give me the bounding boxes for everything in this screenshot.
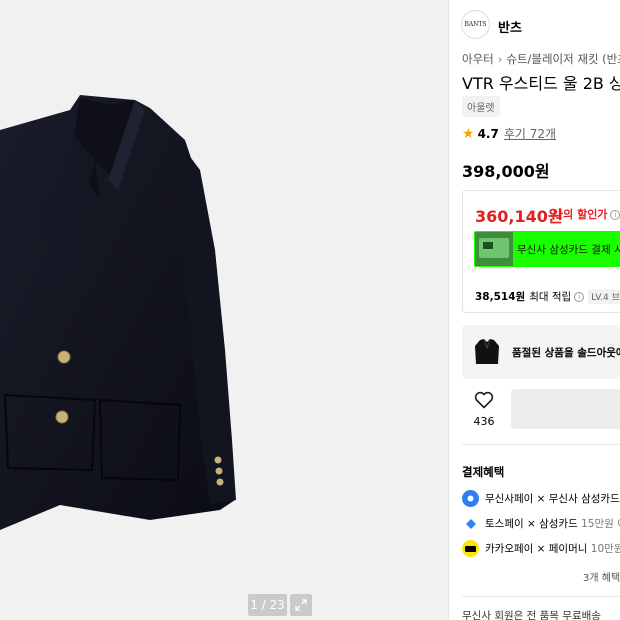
image-counter: 1 / 23 (248, 594, 287, 616)
payment-benefit-text: 무신사페이 × 무신사 삼성카드 (485, 493, 620, 505)
breadcrumb-category[interactable]: 아우터 (462, 52, 494, 66)
heart-icon (474, 391, 494, 409)
breadcrumb-subcategory[interactable]: 슈트/블레이저 재킷 (반츠) (506, 52, 620, 66)
card-promo-text: 무신사 삼성카드 결제 시 (517, 244, 620, 256)
payment-benefit-extra: 15만원 이 (581, 518, 620, 530)
toss-pay-icon (462, 515, 479, 532)
points-info: 38,514원 최대 적립 i LV.4 브론 (475, 289, 620, 304)
like-button[interactable]: 436 (462, 391, 506, 431)
like-count: 436 (473, 415, 495, 428)
sale-label-text: 나의 할인가 (553, 208, 608, 221)
soldout-text: 품절된 상품을 솔드아웃에 (512, 347, 620, 359)
payment-benefits-title: 결제혜택 (462, 465, 505, 479)
points-amount: 38,514원 (475, 291, 526, 303)
jacket-thumbnail-icon (475, 338, 499, 364)
info-icon[interactable]: i (574, 291, 585, 302)
points-label: 최대 적립 (529, 291, 572, 303)
payment-benefit-text: 카카오페이 × 페이머니 (485, 543, 588, 555)
chevron-right-icon: › (497, 52, 503, 66)
more-benefits-link[interactable]: 3개 혜택 (583, 569, 620, 584)
payment-benefit-extra: 10만원 이 (590, 543, 620, 555)
brand-name[interactable]: 반츠 (498, 17, 522, 36)
discount-box: 360,140원 나의 할인가 i 무신사 삼성카드 결제 시 38,514원 최… (462, 190, 620, 313)
sale-label: 나의 할인가 i (553, 206, 620, 222)
product-title: VTR 우스티드 울 2B 싱글 (462, 74, 620, 93)
original-price: 398,000원 (462, 162, 550, 181)
payment-benefit-row[interactable]: 카카오페이 × 페이머니 10만원 이 (462, 540, 620, 557)
section-divider (462, 444, 620, 445)
product-image (0, 95, 236, 530)
kakao-pay-icon (462, 540, 479, 557)
payment-benefit-row[interactable]: 무신사페이 × 무신사 삼성카드 (462, 490, 620, 507)
level-tag: LV.4 브론 (588, 289, 620, 304)
review-link[interactable]: 후기 72개 (504, 125, 556, 142)
product-info-panel: BANTS 반츠 아우터 › 슈트/블레이저 재킷 (반츠) VTR 우스티드 울 … (449, 0, 620, 620)
payment-benefit-row[interactable]: 토스페이 × 삼성카드 15만원 이 (462, 515, 620, 532)
breadcrumb: 아우터 › 슈트/블레이저 재킷 (반츠) (462, 51, 620, 67)
star-icon: ★ (462, 125, 475, 142)
product-image-gallery[interactable]: 1 / 23 (0, 0, 448, 620)
card-promo-image (475, 232, 513, 266)
free-shipping-text: 무신사 회원은 전 품목 무료배송 (462, 610, 601, 620)
soldout-alert-box[interactable]: 품절된 상품을 솔드아웃에 (462, 325, 620, 379)
sale-price: 360,140원 (475, 207, 563, 226)
card-promo-banner[interactable]: 무신사 삼성카드 결제 시 (474, 231, 620, 267)
section-divider (462, 596, 620, 597)
payment-benefit-text: 토스페이 × 삼성카드 (485, 518, 578, 530)
buy-button[interactable] (511, 389, 620, 429)
rating-score: 4.7 (477, 126, 499, 141)
info-icon[interactable]: i (610, 210, 620, 220)
expand-icon[interactable] (290, 594, 312, 616)
outlet-tag: 아울렛 (462, 96, 500, 117)
brand-logo[interactable]: BANTS (461, 10, 490, 39)
brand-logo-text: BANTS (464, 21, 487, 28)
rating: ★ 4.7 후기 72개 (462, 125, 556, 142)
musinsa-pay-icon (462, 490, 479, 507)
